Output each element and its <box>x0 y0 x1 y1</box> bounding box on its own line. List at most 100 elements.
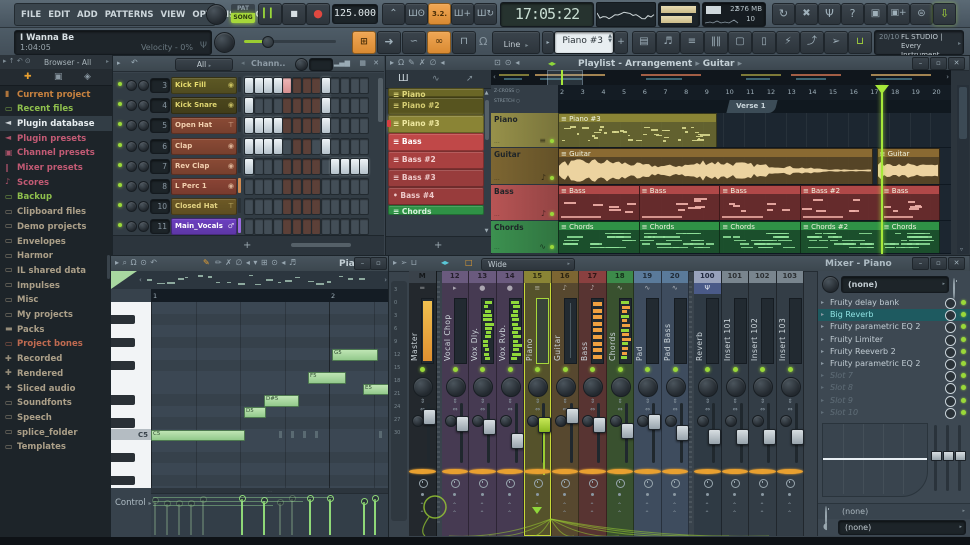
strip-fader-cap[interactable] <box>456 416 469 432</box>
browser-item[interactable]: ▬Packs <box>0 322 112 337</box>
piano-roll-maximize-button[interactable]: ▫ <box>370 257 387 270</box>
playlist-clip[interactable]: ≡ Chords <box>881 221 940 254</box>
channel-number-box[interactable]: 10 <box>150 199 170 214</box>
rack-close-icon[interactable]: ✕ <box>373 60 379 67</box>
fx-eq-display[interactable] <box>822 423 928 497</box>
menu-item-edit[interactable]: EDIT <box>48 10 70 20</box>
stop-button[interactable]: ■ <box>282 3 306 25</box>
nav-left-arrow[interactable]: ‹ <box>493 73 496 81</box>
playlist-clip[interactable]: ≡ Guitar <box>877 148 940 185</box>
step-cell[interactable] <box>244 158 254 175</box>
pattern-item[interactable]: ≡ Piano #3 <box>388 115 484 133</box>
channel-button[interactable]: Rev Clap◉ <box>171 158 237 175</box>
strip-arrow-up2[interactable]: ⌃ <box>731 511 739 517</box>
strip-updown-icon[interactable]: ⇕ <box>644 399 651 405</box>
strip-lamp-icon[interactable] <box>469 469 496 474</box>
strip-updown-icon[interactable]: ⇕ <box>479 399 486 405</box>
step-cell[interactable] <box>263 198 273 215</box>
strip-arrow-up[interactable]: ⌃ <box>418 503 426 509</box>
track-lane[interactable]: ≡ Guitar≡ Guitar <box>558 148 951 185</box>
step-cell[interactable] <box>282 218 292 235</box>
menu-item-patterns[interactable]: PATTERNS <box>105 10 154 20</box>
strip-mute-led[interactable] <box>618 367 623 372</box>
step-cell[interactable] <box>302 138 312 155</box>
playlist-clip[interactable]: ≡ Piano #3 <box>558 113 717 148</box>
strip-lamp-icon[interactable] <box>409 469 436 474</box>
step-cell[interactable] <box>302 178 312 195</box>
step-cell[interactable] <box>244 77 254 94</box>
picker-scrollbar[interactable] <box>485 100 489 140</box>
step-cell[interactable] <box>244 138 254 155</box>
strip-arrow-up2[interactable]: ⌃ <box>478 511 486 517</box>
step-cell[interactable] <box>254 117 264 134</box>
shuffle-slider[interactable] <box>244 40 336 43</box>
step-cell[interactable] <box>282 138 292 155</box>
strip-main-knob[interactable] <box>446 377 466 397</box>
fx-slot-mix-knob[interactable] <box>945 396 956 407</box>
velocity-stem[interactable] <box>263 501 265 535</box>
playlist-clip[interactable]: ≡ Bass #2 <box>800 185 882 221</box>
mixer-strip[interactable]: 102Insert 102⇕⇔⌃⌃ <box>749 271 777 536</box>
strip-mute-led[interactable] <box>733 367 738 372</box>
strip-arrow-up[interactable]: ⌃ <box>786 503 794 509</box>
channel-enable-led[interactable] <box>118 163 122 167</box>
strip-fader-cap[interactable] <box>511 433 524 449</box>
velocity-handle[interactable] <box>361 498 368 505</box>
step-cell[interactable] <box>254 97 264 114</box>
mixer-dock-icon[interactable]: ◂▸ <box>441 259 449 267</box>
fx-slot-mix-knob[interactable] <box>945 383 956 394</box>
step-cell[interactable] <box>273 178 283 195</box>
menu-item-view[interactable]: VIEW <box>160 10 185 20</box>
step-cell[interactable] <box>292 97 302 114</box>
fx-slot-mix-knob[interactable] <box>945 359 956 370</box>
fx-slot-mix-knob[interactable] <box>945 298 956 309</box>
browser-item[interactable]: ✚Rendered <box>0 366 112 381</box>
piano-key-black[interactable] <box>111 361 135 371</box>
picker-tab-audio-icon[interactable]: ∿ <box>432 74 440 84</box>
strip-fader-cap[interactable] <box>676 425 689 441</box>
mixer-strip[interactable]: 18∿Chords⇕⇔⌃⌃ <box>607 271 635 536</box>
strip-mute-led[interactable] <box>453 367 458 372</box>
browser-tab-files-icon[interactable]: ▣ <box>54 72 63 82</box>
channel-pan-knob[interactable] <box>126 100 137 111</box>
step-cell[interactable] <box>263 77 273 94</box>
channel-pan-knob[interactable] <box>126 120 137 131</box>
step-cell[interactable] <box>292 117 302 134</box>
strip-pan-knob[interactable] <box>725 415 737 427</box>
strip-arrow-up2[interactable]: ⌃ <box>643 511 651 517</box>
velocity-stem[interactable] <box>178 504 180 535</box>
step-cell[interactable] <box>282 158 292 175</box>
channel-enable-led[interactable] <box>118 223 122 227</box>
pattern-add-button[interactable]: + <box>614 31 628 54</box>
velocity-stem[interactable] <box>309 499 311 535</box>
eq-fader-cap[interactable] <box>943 451 954 461</box>
step-cell[interactable] <box>244 97 254 114</box>
pl-tool-icons[interactable]: ▸Ω✎✗∅◂ <box>390 59 449 67</box>
playlist-scroll-down-icon[interactable]: ▿ <box>960 246 963 253</box>
strip-arrow-up2[interactable]: ⌃ <box>588 511 596 517</box>
mixer-strip[interactable]: 16♪Guitar⇕⇔⌃⌃ <box>552 271 580 536</box>
strip-arrow-up2[interactable]: ⌃ <box>561 511 569 517</box>
fx-slot[interactable]: ▸Slot 7 <box>818 370 970 382</box>
strip-updown-icon[interactable]: ⇕ <box>562 399 569 405</box>
strip-pan-knob[interactable] <box>752 415 764 427</box>
strip-number-header[interactable]: M <box>409 271 436 283</box>
strip-leftright-icon[interactable]: ⇔ <box>672 407 679 413</box>
step-cell[interactable] <box>311 97 321 114</box>
strip-fader-cap[interactable] <box>763 429 776 445</box>
track-header[interactable]: Guitar...♪ <box>491 148 558 184</box>
wait-for-input-button[interactable]: Шʘ <box>405 3 428 25</box>
strip-mute-led[interactable] <box>420 367 425 372</box>
chat-button[interactable]: ⊜ <box>910 3 933 25</box>
strip-leftright-icon[interactable]: ⇔ <box>732 407 739 413</box>
step-cell[interactable] <box>350 77 360 94</box>
strip-lamp-icon[interactable] <box>497 469 524 474</box>
velocity-stem[interactable] <box>329 499 331 535</box>
strip-mute-led[interactable] <box>480 367 485 372</box>
channel-volume-knob[interactable] <box>138 100 149 111</box>
strip-main-knob[interactable] <box>611 377 631 397</box>
mixer-view-button[interactable]: ‖‖ <box>704 31 728 54</box>
metronome-button[interactable]: ⌃ <box>382 3 405 25</box>
strip-leftright-icon[interactable]: ⇔ <box>589 407 596 413</box>
mixer-strip[interactable]: 101Insert 101⇕⇔⌃⌃ <box>722 271 750 536</box>
